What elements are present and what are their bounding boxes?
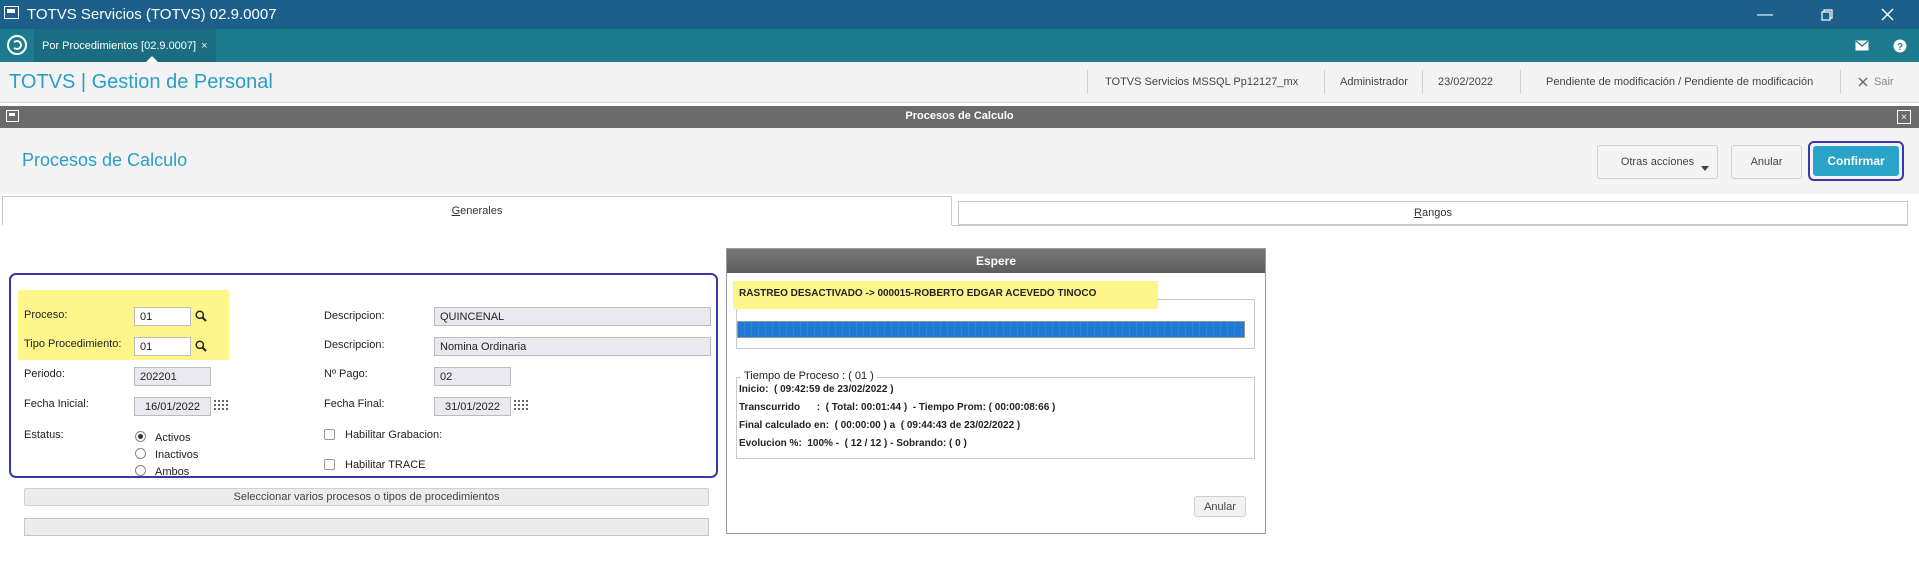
- wait-dialog: Espere RASTREO DESACTIVADO -> 000015-ROB…: [726, 248, 1266, 534]
- status-bar: [24, 518, 709, 536]
- cancel-label: Anular: [1750, 156, 1783, 168]
- tipo-procedimiento-input[interactable]: 01: [134, 337, 191, 356]
- transcurrido-line: Transcurrido : ( Total: 00:01:44 ) - Tie…: [739, 402, 1056, 413]
- wait-cancel-label: Anular: [1204, 500, 1236, 513]
- radio-activos[interactable]: [135, 431, 146, 442]
- close-icon: [1858, 77, 1868, 87]
- modal-close-icon[interactable]: ×: [1897, 110, 1911, 124]
- other-actions-label: Otras acciones: [1620, 156, 1695, 168]
- radio-ambos-label: Ambos: [155, 466, 190, 478]
- wait-cancel-button[interactable]: Anular: [1194, 496, 1246, 517]
- app-icon: [4, 6, 19, 19]
- descripcion-label: Descripcion:: [324, 310, 385, 322]
- estatus-label: Estatus:: [24, 429, 64, 441]
- wait-dialog-title: Espere: [727, 249, 1265, 273]
- search-icon[interactable]: [195, 340, 207, 352]
- cancel-button[interactable]: Anular: [1731, 145, 1802, 179]
- exit-label: Sair: [1874, 76, 1894, 88]
- evolucion-line: Evolucion %: 100% - ( 12 / 12 ) - Sobran…: [739, 438, 967, 449]
- progress-fill: [738, 322, 1244, 337]
- tipo-procedimiento-label: Tipo Procedimiento:: [24, 338, 122, 350]
- totvs-logo-icon[interactable]: [7, 35, 27, 55]
- numero-pago-label: Nº Pago:: [324, 368, 368, 380]
- habilitar-grabacion-label: Habilitar Grabacion:: [345, 429, 443, 441]
- window-title: TOTVS Servicios (TOTVS) 02.9.0007: [27, 6, 277, 23]
- divider: [1520, 70, 1521, 94]
- fecha-inicial-label: Fecha Inicial:: [24, 398, 89, 410]
- chevron-down-icon: [1701, 166, 1709, 171]
- divider: [1087, 70, 1088, 94]
- date-label: 23/02/2022: [1438, 76, 1494, 88]
- user-label: Administrador: [1340, 76, 1408, 88]
- calendar-icon[interactable]: [214, 400, 229, 413]
- confirm-button[interactable]: Confirmar: [1808, 141, 1904, 181]
- descripcion-tipo-field: Nomina Ordinaria: [434, 337, 711, 356]
- brand-title: TOTVS | Gestion de Personal: [9, 71, 273, 93]
- descripcion-proceso-field: QUINCENAL: [434, 307, 711, 326]
- select-multiple-button[interactable]: Seleccionar varios procesos o tipos de p…: [24, 488, 709, 506]
- numero-pago-input[interactable]: 02: [434, 367, 511, 386]
- calendar-icon[interactable]: [514, 400, 529, 413]
- confirm-label: Confirmar: [1813, 146, 1899, 176]
- habilitar-grabacion-checkbox[interactable]: [324, 429, 335, 440]
- close-window-icon[interactable]: [1864, 0, 1910, 29]
- page-title: Procesos de Calculo: [22, 150, 188, 170]
- status-label: Pendiente de modificación / Pendiente de…: [1546, 76, 1814, 88]
- other-actions-button[interactable]: Otras acciones: [1597, 145, 1718, 179]
- search-icon[interactable]: [195, 310, 207, 322]
- tab-por-procedimientos[interactable]: Por Procedimientos [02.9.0007] ×: [34, 29, 216, 62]
- svg-text:?: ?: [1897, 42, 1903, 53]
- fecha-final-input[interactable]: 31/01/2022: [434, 397, 511, 416]
- tab-generales-mnemonic: G: [451, 205, 461, 217]
- divider: [1840, 70, 1841, 94]
- modal-titlebar: Procesos de Calculo ×: [0, 106, 1919, 128]
- tab-label: Por Procedimientos [02.9.0007]: [42, 39, 197, 52]
- divider: [1422, 70, 1423, 94]
- trace-message: RASTREO DESACTIVADO -> 000015-ROBERTO ED…: [733, 281, 1158, 309]
- radio-inactivos[interactable]: [135, 448, 146, 459]
- radio-activos-label: Activos: [155, 432, 191, 444]
- proceso-input[interactable]: 01: [134, 307, 191, 326]
- modal-title: Procesos de Calculo: [905, 110, 1014, 122]
- minimize-icon[interactable]: —: [1742, 0, 1788, 29]
- final-calculado-line: Final calculado en: ( 00:00:00 ) a ( 09:…: [739, 420, 1021, 431]
- tab-rangos-label: angos: [1421, 207, 1452, 219]
- inicio-line: Inicio: ( 09:42:59 de 23/02/2022 ): [739, 384, 894, 395]
- divider: [1324, 70, 1325, 94]
- module-header: TOTVS | Gestion de Personal TOTVS Servic…: [0, 62, 1919, 103]
- tab-close-icon[interactable]: ×: [201, 40, 207, 52]
- exit-button[interactable]: Sair: [1858, 76, 1894, 88]
- select-multiple-label: Seleccionar varios procesos o tipos de p…: [233, 491, 500, 503]
- tab-generales[interactable]: Generales: [2, 196, 952, 225]
- tab-rangos[interactable]: Rangos: [958, 201, 1908, 225]
- app-tabbar: Por Procedimientos [02.9.0007] × ?: [0, 29, 1919, 62]
- window-titlebar: TOTVS Servicios (TOTVS) 02.9.0007 —: [0, 0, 1919, 29]
- restore-icon[interactable]: [1804, 0, 1850, 29]
- mail-icon[interactable]: [1845, 29, 1879, 62]
- fecha-final-label: Fecha Final:: [324, 398, 385, 410]
- habilitar-trace-checkbox[interactable]: [324, 459, 335, 470]
- help-icon[interactable]: ?: [1883, 29, 1917, 62]
- tab-generales-label: enerales: [460, 205, 503, 217]
- fecha-inicial-input[interactable]: 16/01/2022: [134, 397, 211, 416]
- periodo-label: Periodo:: [24, 368, 65, 380]
- environment-label: TOTVS Servicios MSSQL Pp12127_mx: [1105, 76, 1299, 88]
- periodo-input[interactable]: 202201: [134, 367, 211, 386]
- radio-ambos[interactable]: [135, 465, 146, 476]
- divider: [952, 225, 1908, 226]
- progress-track: [737, 321, 1245, 338]
- tab-rangos-mnemonic: R: [1414, 207, 1422, 219]
- descripcion-label: Descripcion:: [324, 339, 385, 351]
- proceso-label: Proceso:: [24, 309, 68, 321]
- habilitar-trace-label: Habilitar TRACE: [345, 459, 426, 471]
- process-time-title: Tiempo de Proceso : ( 01 ): [741, 370, 877, 382]
- radio-inactivos-label: Inactivos: [155, 449, 199, 461]
